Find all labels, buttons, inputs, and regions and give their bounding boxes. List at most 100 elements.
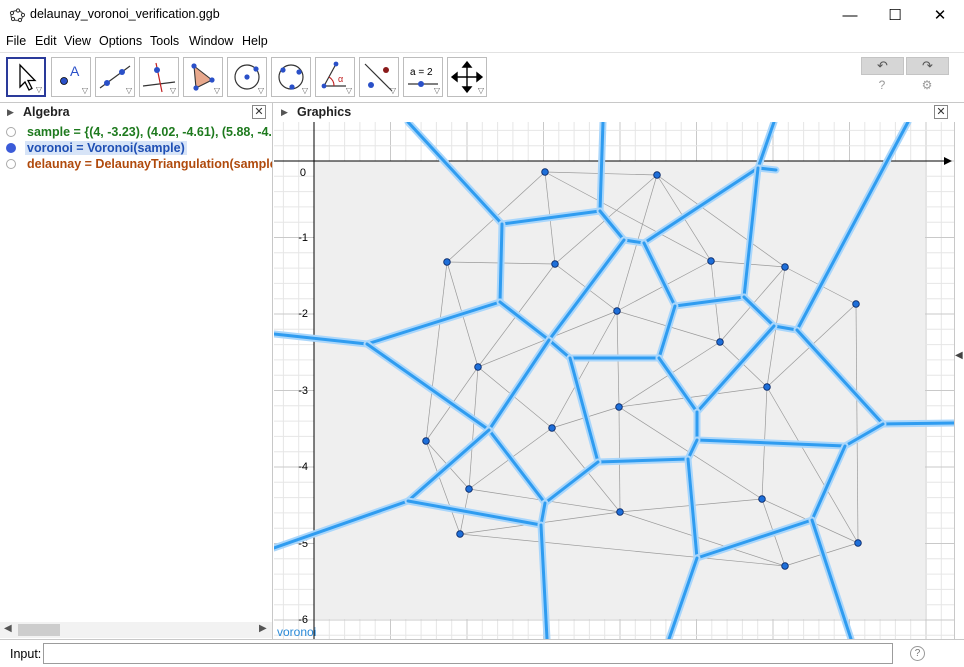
tool-menu-arrow-icon: ▽ [213,86,220,95]
x-axis-arrow-icon [944,157,952,165]
slider-tool-button[interactable]: a = 2 ▽ [403,57,443,97]
algebra-view: ▶ Algebra ✕ sample = {(4, -3.23), (4.02,… [0,103,273,639]
sample-point [707,257,715,265]
y-axis-tick-labels: 0 -1 -2 -3 -4 -5 -6 [298,167,308,626]
sample-point [854,539,862,547]
close-graphics-button[interactable]: ✕ [934,105,948,119]
sample-point [615,403,623,411]
menu-window[interactable]: Window [189,34,233,48]
sample-point [653,171,661,179]
input-bar: Input: ? [0,639,964,667]
graphics-canvas[interactable]: 0 -1 -2 -3 -4 -5 -6 voronoi [274,122,954,639]
algebra-item-delaunay[interactable]: delaunay = DelaunayTriangulation(sample) [0,156,273,172]
algebra-title: Algebra [23,105,70,119]
voronoi-edge [881,421,954,426]
menu-tools[interactable]: Tools [150,34,179,48]
tool-menu-arrow-icon: ▽ [35,85,42,94]
visibility-toggle[interactable] [6,159,16,169]
visibility-toggle[interactable] [6,143,16,153]
sample-point [781,263,789,271]
menu-bar: File Edit View Options Tools Window Help [0,31,964,52]
voronoi-object-label: voronoi [277,625,316,639]
move-graphics-view-tool-button[interactable]: ▽ [447,57,487,97]
tool-menu-arrow-icon: ▽ [257,86,264,95]
input-help-icon[interactable]: ? [910,646,925,661]
y-tick-label: -3 [298,385,308,397]
algebra-horizontal-scrollbar[interactable]: ◀ ▶ [0,622,272,638]
slider-tool-label: a = 2 [410,67,433,78]
sample-point [443,258,451,266]
help-icon[interactable]: ? [872,78,892,92]
tool-menu-arrow-icon: ▽ [81,86,88,95]
scroll-right-icon[interactable]: ▶ [259,623,267,634]
graphics-style-bar-toggle[interactable]: ◀ [954,122,964,639]
scrollbar-thumb[interactable] [18,624,60,636]
algebra-item-text: sample = {(4, -3.23), (4.02, -4.61), (5.… [27,125,273,139]
sample-point [465,485,473,493]
svg-text:α: α [338,74,343,84]
sample-point [541,168,549,176]
sample-point [422,437,430,445]
line-tool-button[interactable]: ▽ [95,57,135,97]
sample-point [613,307,621,315]
tool-menu-arrow-icon: ▽ [125,86,132,95]
tool-menu-arrow-icon: ▽ [477,86,484,95]
point-tool-label: A [70,63,80,79]
tool-menu-arrow-icon: ▽ [389,86,396,95]
geogebra-logo-icon [9,8,25,23]
sample-point [758,495,766,503]
sample-point [474,363,482,371]
polygon-tool-button[interactable]: ▽ [183,57,223,97]
scroll-left-icon[interactable]: ◀ [4,623,12,634]
algebra-item-voronoi[interactable]: voronoi = Voronoi(sample) [0,140,272,156]
sample-point [548,424,556,432]
algebra-item-sample[interactable]: sample = {(4, -3.23), (4.02, -4.61), (5.… [0,124,273,140]
point-tool-button[interactable]: A ▽ [51,57,91,97]
sample-point [716,338,724,346]
visibility-toggle[interactable] [6,127,16,137]
menu-edit[interactable]: Edit [35,34,57,48]
graphics-header: ▶ Graphics ✕ [274,103,954,122]
y-tick-label: 0 [300,167,306,179]
tool-menu-arrow-icon: ▽ [169,86,176,95]
menu-options[interactable]: Options [99,34,142,48]
reflect-tool-button[interactable]: ▽ [359,57,399,97]
angle-tool-button[interactable]: α ▽ [315,57,355,97]
minimize-button[interactable]: — [827,0,873,31]
menu-view[interactable]: View [64,34,91,48]
y-tick-label: -1 [298,232,308,244]
sample-point [763,383,771,391]
sample-point [781,562,789,570]
undo-button[interactable]: ↶ [861,57,904,75]
settings-gear-icon[interactable]: ⚙ [917,78,937,92]
tool-menu-arrow-icon: ▽ [433,86,440,95]
move-tool-button[interactable]: ▽ [6,57,46,97]
circle-tool-button[interactable]: ▽ [227,57,267,97]
tool-menu-arrow-icon: ▽ [301,86,308,95]
menu-file[interactable]: File [6,34,26,48]
sample-point [852,300,860,308]
chevron-left-icon[interactable]: ◀ [955,350,963,361]
collapse-arrow-icon[interactable]: ▶ [281,107,288,118]
close-algebra-button[interactable]: ✕ [252,105,266,119]
collapse-arrow-icon[interactable]: ▶ [7,107,14,118]
sample-point [616,508,624,516]
graphics-view[interactable]: 0 -1 -2 -3 -4 -5 -6 voronoi [274,122,954,639]
algebra-item-text: voronoi = Voronoi(sample) [25,141,187,155]
voronoi-edge [498,222,504,304]
perpendicular-line-tool-button[interactable]: ▽ [139,57,179,97]
input-field[interactable] [43,643,893,664]
menu-help[interactable]: Help [242,34,268,48]
title-bar: delaunay_voronoi_verification.ggb — ☐ ✕ [0,0,964,31]
sample-point [551,260,559,268]
maximize-button[interactable]: ☐ [872,0,918,31]
conic-tool-button[interactable]: ▽ [271,57,311,97]
graphics-title: Graphics [297,105,352,119]
sample-point [456,530,464,538]
close-window-button[interactable]: ✕ [917,0,963,31]
window-title: delaunay_voronoi_verification.ggb [30,7,220,21]
redo-button[interactable]: ↷ [906,57,949,75]
tool-menu-arrow-icon: ▽ [345,86,352,95]
input-label: Input: [10,647,42,661]
algebra-item-text: delaunay = DelaunayTriangulation(sample) [27,157,273,171]
